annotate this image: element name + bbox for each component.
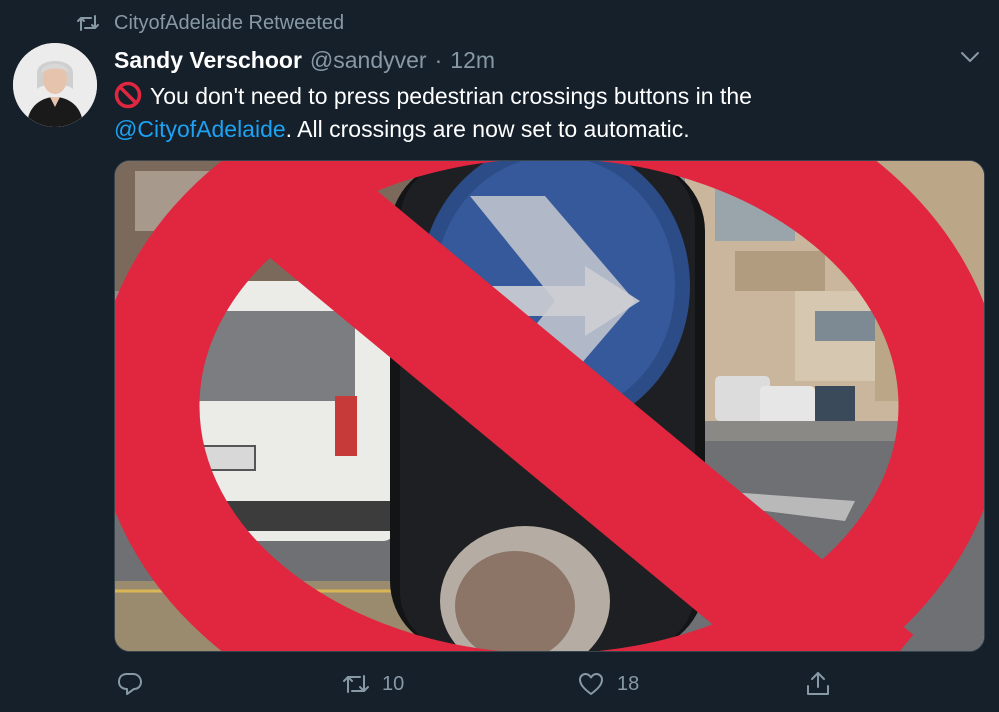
tweet-media-image[interactable] (114, 160, 985, 652)
retweet-context-label: CityofAdelaide Retweeted (114, 11, 345, 34)
mention-link[interactable]: @CityofAdelaide (114, 116, 286, 142)
pedestrian-button-prohibited-image (115, 161, 984, 651)
heart-icon (579, 673, 603, 695)
tweet-text-part2: . All crossings are now set to automatic… (285, 116, 690, 142)
like-button[interactable]: 18 (577, 664, 639, 704)
share-button[interactable] (804, 664, 844, 704)
tweet-actions: 10 18 (114, 664, 874, 704)
retweet-icon (343, 675, 369, 693)
tweet-text: You don't need to press pedestrian cross… (114, 80, 974, 146)
retweet-button[interactable]: 10 (342, 664, 404, 704)
user-handle[interactable]: @sandyver (310, 47, 427, 74)
tweet-text-part1: You don't need to press pedestrian cross… (150, 83, 752, 109)
retweet-context[interactable]: CityofAdelaide Retweeted (76, 10, 344, 36)
chevron-down-icon[interactable] (959, 46, 981, 68)
reply-icon (118, 673, 142, 695)
reply-button[interactable] (116, 664, 156, 704)
avatar[interactable] (13, 43, 97, 127)
separator: · (434, 46, 443, 73)
share-icon (807, 672, 829, 695)
display-name[interactable]: Sandy Verschoor (114, 47, 302, 74)
retweet-icon (76, 13, 100, 33)
retweet-count: 10 (382, 672, 405, 695)
like-count: 18 (617, 672, 640, 695)
timestamp[interactable]: 12m (450, 47, 495, 74)
tweet-header: Sandy Verschoor @sandyver · 12m (114, 44, 495, 76)
prohibited-icon (114, 81, 142, 109)
